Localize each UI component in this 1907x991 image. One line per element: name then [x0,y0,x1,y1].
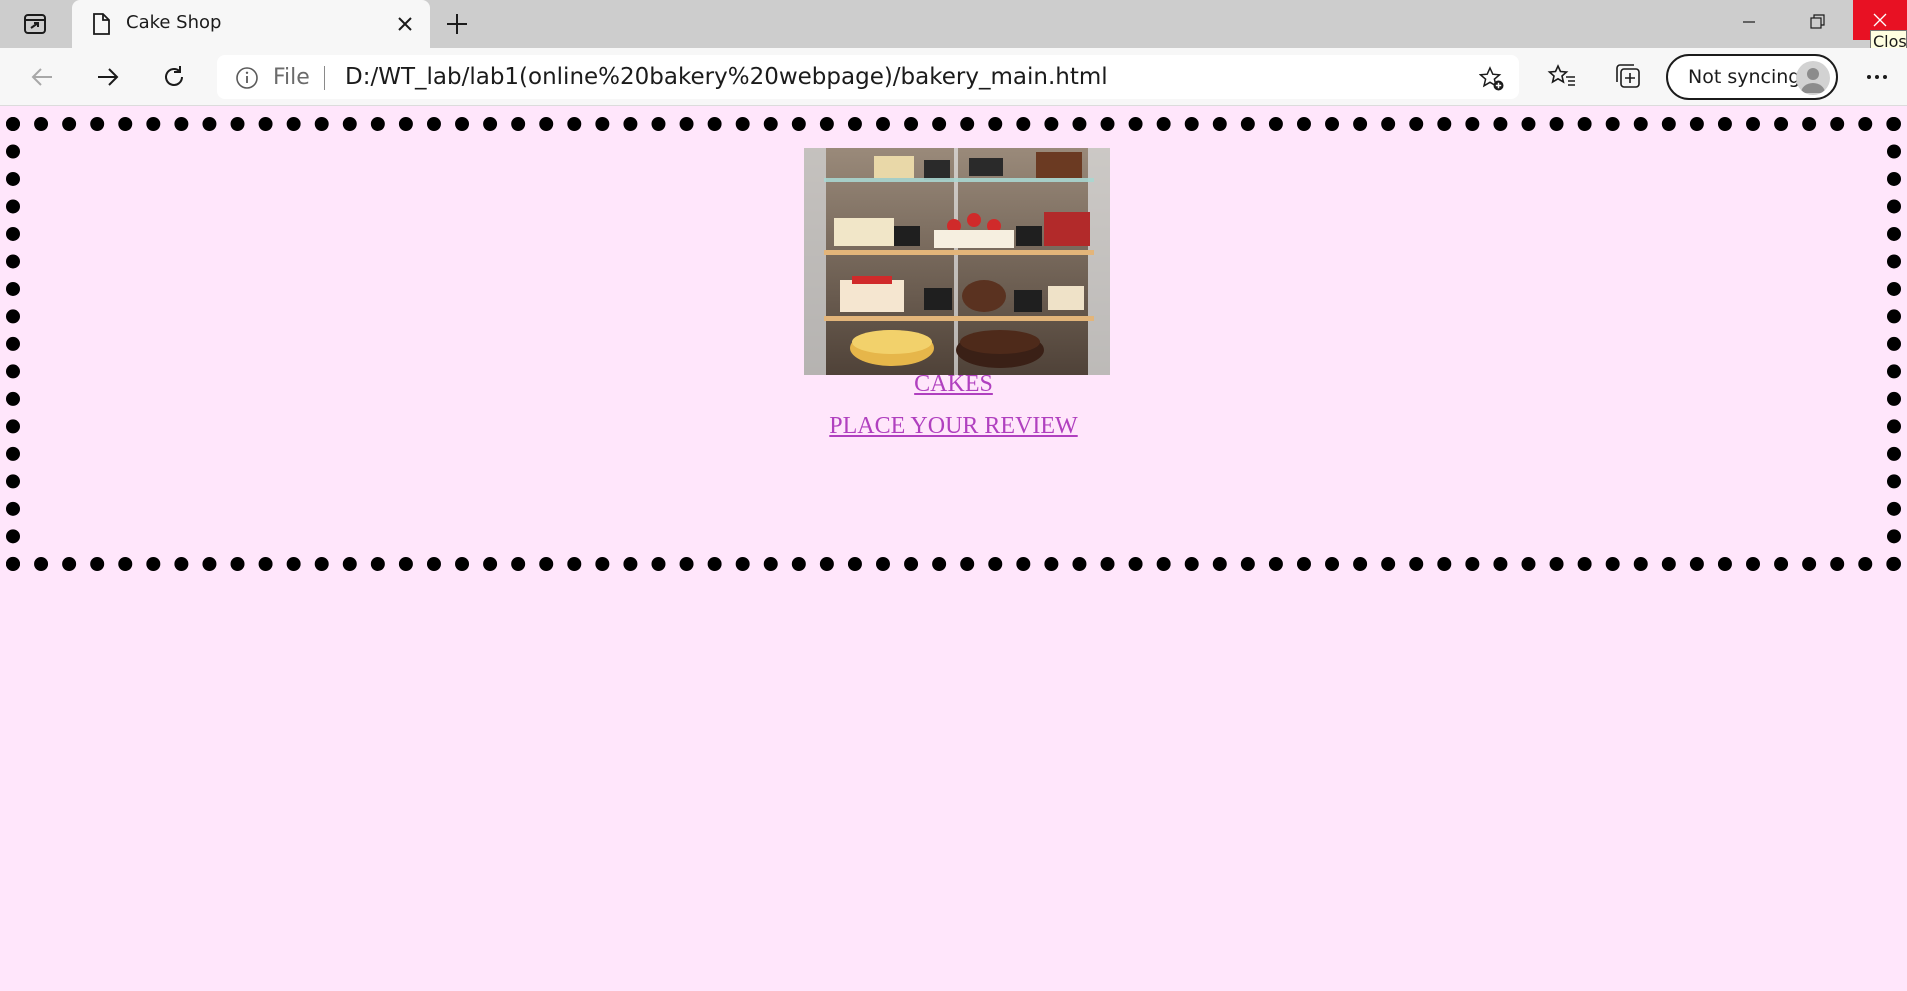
cakes-link[interactable]: CAKES [0,371,1907,398]
avatar [1796,61,1830,95]
plus-icon[interactable] [442,9,472,39]
place-review-link[interactable]: PLACE YOUR REVIEW [0,413,1907,440]
profile-sync-button[interactable]: Not syncing [1666,54,1838,100]
refresh-icon[interactable] [159,62,189,92]
cake-showcase-image [804,148,1110,375]
arrow-left-icon[interactable] [27,62,57,92]
person-icon [1801,68,1825,93]
tab-actions-button[interactable] [20,10,50,38]
more-icon[interactable] [1862,62,1892,92]
restore-icon[interactable] [1802,8,1832,36]
document-icon [93,13,110,35]
favorites-icon[interactable] [1547,61,1577,91]
info-icon[interactable] [235,66,259,90]
page-viewport: CAKES PLACE YOUR REVIEW [0,107,1907,991]
address-bar[interactable]: File D:/WT_lab/lab1(online%20bakery%20we… [217,55,1519,99]
tab-actions-icon [24,14,46,34]
star-add-icon[interactable] [1479,66,1505,92]
arrow-right-icon[interactable] [93,62,123,92]
close-icon[interactable] [394,13,416,35]
scheme-label: File [273,65,310,90]
browser-toolbar: File D:/WT_lab/lab1(online%20bakery%20we… [0,48,1907,106]
tab-title: Cake Shop [126,12,222,33]
cake-display-case-picture [804,148,1110,375]
active-tab[interactable]: Cake Shop [72,0,430,48]
sync-status-label: Not syncing [1688,66,1801,88]
address-separator [324,66,325,90]
url-text[interactable]: D:/WT_lab/lab1(online%20bakery%20webpage… [345,64,1108,90]
collections-icon[interactable] [1613,61,1643,91]
tab-strip: Cake Shop Clos [0,0,1907,53]
minimize-icon[interactable] [1734,8,1764,36]
